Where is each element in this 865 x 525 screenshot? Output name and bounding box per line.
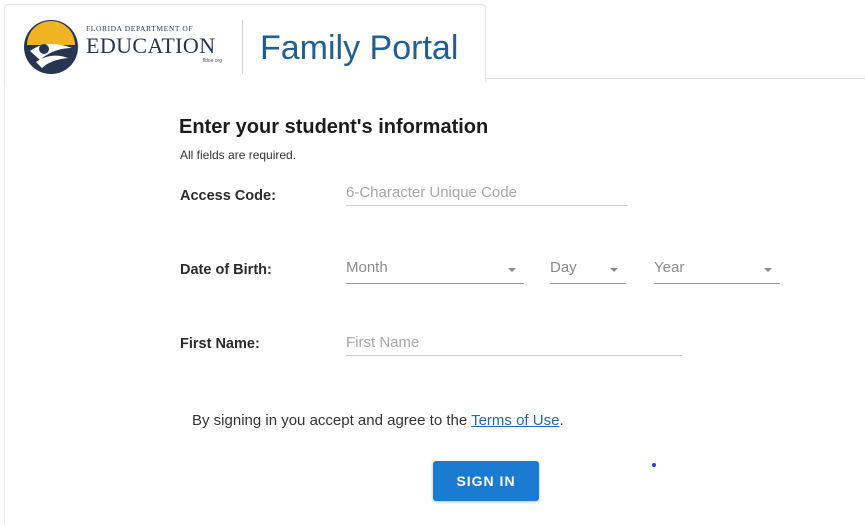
terms-statement: By signing in you accept and agree to th… bbox=[192, 412, 564, 429]
sign-in-button[interactable]: SIGN IN bbox=[433, 461, 539, 501]
logo-tag-text: fldoe.org bbox=[202, 58, 222, 64]
access-code-input[interactable] bbox=[346, 180, 628, 204]
first-name-label: First Name: bbox=[180, 336, 260, 352]
form-heading: Enter your student's information bbox=[179, 116, 489, 138]
birth-day-select[interactable]: Day bbox=[550, 256, 626, 284]
caret-down-icon bbox=[610, 268, 618, 272]
fldoe-wordmark: Florida Department of EDUCATION fldoe.or… bbox=[86, 24, 236, 70]
page-title: Family Portal bbox=[260, 29, 459, 67]
logo-department-text: Florida Department of bbox=[86, 24, 194, 33]
caret-down-icon bbox=[508, 268, 516, 272]
logo-education-text: EDUCATION bbox=[86, 33, 216, 58]
terms-prefix-text: By signing in you accept and agree to th… bbox=[192, 412, 472, 429]
birth-year-select[interactable]: Year bbox=[654, 256, 780, 284]
birth-day-value: Day bbox=[550, 259, 577, 276]
terms-suffix-text: . bbox=[559, 412, 564, 429]
content-left-border bbox=[4, 82, 5, 525]
stray-dot bbox=[652, 463, 656, 467]
family-portal-page: Florida Department of EDUCATION fldoe.or… bbox=[0, 0, 865, 525]
date-of-birth-label: Date of Birth: bbox=[180, 262, 272, 278]
caret-down-icon bbox=[764, 268, 772, 272]
terms-of-use-link[interactable]: Terms of Use bbox=[471, 412, 559, 429]
birth-month-value: Month bbox=[346, 259, 388, 276]
birth-month-select[interactable]: Month bbox=[346, 256, 524, 284]
brand-divider bbox=[242, 20, 243, 74]
first-name-input[interactable] bbox=[346, 330, 682, 354]
form-required-note: All fields are required. bbox=[180, 148, 297, 162]
header-divider-line bbox=[486, 78, 865, 79]
birth-year-value: Year bbox=[654, 259, 685, 276]
access-code-field-wrapper bbox=[346, 180, 628, 206]
first-name-field-wrapper bbox=[346, 330, 682, 356]
access-code-label: Access Code: bbox=[180, 188, 276, 204]
fldoe-sun-logo-icon bbox=[24, 20, 78, 74]
